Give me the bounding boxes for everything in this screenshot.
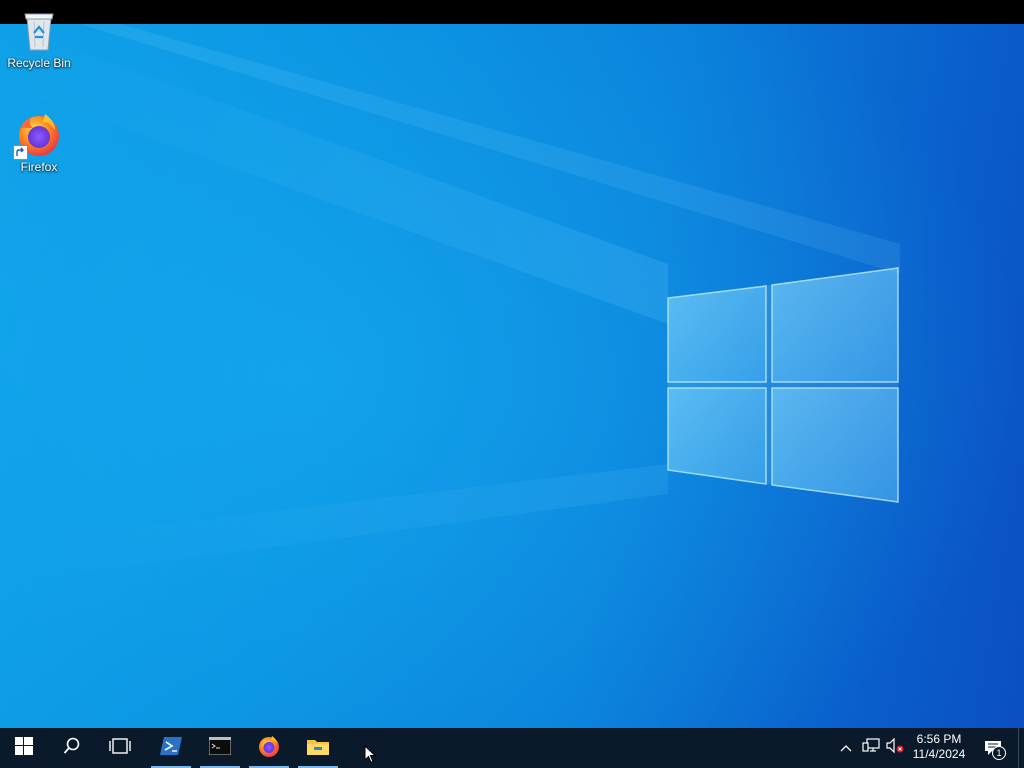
recycle-bin-icon <box>15 6 63 54</box>
firefox-icon <box>257 734 281 763</box>
windows-logo-wallpaper <box>0 24 1024 728</box>
firefox-icon <box>13 110 63 160</box>
taskbar-clock[interactable]: 6:56 PM 11/4/2024 <box>904 728 974 768</box>
top-black-bar <box>0 0 1024 24</box>
desktop-wallpaper[interactable] <box>0 24 1024 728</box>
start-button[interactable] <box>4 728 44 768</box>
powershell-icon <box>160 736 182 760</box>
desktop-icon-label: Firefox <box>20 160 58 174</box>
taskbar-app-firefox[interactable] <box>249 728 289 768</box>
desktop-icon-firefox[interactable]: Firefox <box>1 110 77 174</box>
taskbar-app-powershell[interactable] <box>151 728 191 768</box>
taskbar-app-file-explorer[interactable] <box>298 728 338 768</box>
mouse-cursor-icon <box>364 744 377 768</box>
clock-date: 11/4/2024 <box>912 747 966 761</box>
clock-time: 6:56 PM <box>916 732 962 746</box>
notification-count-badge: 1 <box>992 746 1006 760</box>
action-center-button[interactable]: 1 <box>980 728 1006 768</box>
taskbar-app-command-prompt[interactable] <box>200 728 240 768</box>
taskbar: 6:56 PM 11/4/2024 1 <box>0 728 1024 768</box>
tray-chevron-button[interactable] <box>836 728 856 768</box>
tray-volume-button[interactable] <box>884 728 906 768</box>
shortcut-arrow-icon <box>13 145 28 160</box>
tray-network-button[interactable] <box>860 728 882 768</box>
search-icon <box>63 737 81 760</box>
task-view-button[interactable] <box>100 728 140 768</box>
command-prompt-icon <box>208 736 232 760</box>
file-explorer-icon <box>307 737 329 760</box>
windows-start-icon <box>15 736 33 760</box>
desktop-screen: Recycle Bin Firefox 6:56 PM 11/4/2024 1 <box>0 0 1024 768</box>
show-desktop-button[interactable] <box>1018 728 1024 768</box>
task-view-icon <box>109 737 131 759</box>
desktop-icon-recycle-bin[interactable]: Recycle Bin <box>1 6 77 70</box>
desktop-icon-label: Recycle Bin <box>7 56 71 70</box>
search-button[interactable] <box>52 728 92 768</box>
volume-muted-icon <box>886 737 904 759</box>
action-center-icon: 1 <box>984 740 1006 760</box>
chevron-up-icon <box>840 739 852 757</box>
network-icon <box>862 737 880 759</box>
